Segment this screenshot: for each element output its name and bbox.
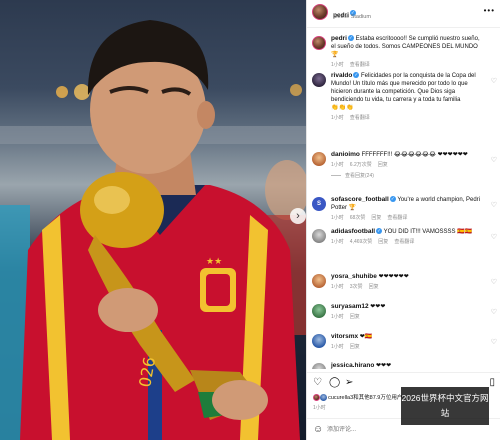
comment-icon[interactable]: ◯ (329, 377, 340, 388)
commenter-avatar[interactable] (312, 363, 326, 369)
more-options-icon[interactable]: ••• (484, 6, 495, 15)
commenter-username[interactable]: rivaldo (331, 72, 352, 79)
caption-username[interactable]: pedri (331, 35, 347, 42)
share-icon[interactable]: ➢ (345, 377, 353, 388)
site-watermark: 2026世界杯中文官方网站 sx1000.com (401, 387, 489, 433)
photo-next-arrow[interactable]: › (290, 208, 306, 224)
comment-like-icon[interactable]: ♡ (491, 201, 497, 209)
comment-time: 1小时 (331, 284, 344, 290)
verified-badge-icon: ✓ (376, 228, 383, 235)
comment-translate-link[interactable]: 查看翻译 (394, 239, 414, 245)
commenter-username[interactable]: yosra_shuhibe (331, 273, 377, 280)
comment-translate-link[interactable]: 查看翻译 (387, 215, 407, 221)
svg-text:★★: ★★ (206, 257, 222, 267)
comment-reply-link[interactable]: 回复 (378, 239, 388, 245)
caption-avatar[interactable] (312, 36, 326, 50)
comment-like-icon[interactable]: ♡ (491, 156, 497, 164)
comments-list[interactable]: pedri ✓ Estaba escritoooo!! Se cumplió nu… (307, 29, 500, 369)
commenter-avatar[interactable] (312, 152, 326, 166)
comment-reply-link[interactable]: 回复 (378, 162, 388, 168)
comment-time: 1小时 (331, 239, 344, 245)
comment-like-icon[interactable]: ♡ (491, 77, 497, 85)
comment-likes[interactable]: 4,469次赞 (350, 239, 373, 245)
comment-likes[interactable]: 68次赞 (350, 215, 366, 221)
comment-likes[interactable]: 3次赞 (350, 284, 363, 290)
commenter-avatar[interactable] (312, 73, 326, 87)
heart-icon[interactable]: ♡ (313, 377, 322, 388)
liker-avatar (313, 394, 320, 402)
comment-like-icon[interactable]: ♡ (491, 278, 497, 286)
caption-time: 1小时 (331, 62, 344, 68)
smiley-icon[interactable]: ☺ (313, 424, 323, 435)
liked-by-text[interactable]: cucurella3和其他87.9万位用户 (313, 393, 402, 402)
photo-illustration: ★★ 026 (0, 20, 306, 440)
comment-time: 1小时 (331, 162, 344, 168)
commenter-avatar[interactable]: S (312, 197, 326, 211)
author-avatar[interactable] (312, 4, 328, 20)
bookmark-icon[interactable]: ▯ (489, 377, 495, 388)
post-time-ago: 1小时 (313, 405, 326, 411)
post-header: pedri ✓ Metlife Stadium ••• (307, 0, 500, 28)
verified-badge-icon: ✓ (353, 72, 360, 79)
comment-time: 1小时 (331, 314, 344, 320)
liker-avatar (319, 394, 327, 402)
comment-likes[interactable]: 6.2万次赞 (350, 162, 372, 168)
comment-text: YOU DID IT!!! VAMOSSSS 🇪🇸🇪🇸 (383, 229, 473, 235)
comment-text: ❤❤❤ (370, 304, 386, 310)
commenter-username[interactable]: adidasfootball (331, 228, 375, 235)
comment-text: FFFFFFF!!! 😂😂😂😂😂😂 ❤❤❤❤❤❤ (361, 152, 468, 158)
comment-text: ❤🇪🇸 (359, 334, 373, 340)
comment-like-icon[interactable]: ♡ (491, 338, 497, 346)
caption-translate-link[interactable]: 查看翻译 (350, 62, 370, 68)
commenter-username[interactable]: vitorsmx (331, 333, 358, 340)
commenter-username[interactable]: jessica.hirano (331, 362, 374, 369)
watermark-line-1: 2026世界杯中文官方网站 (401, 393, 489, 418)
post-photo[interactable]: ★★ 026 › (0, 0, 306, 440)
comment-time: 1小时 (331, 344, 344, 350)
comment-time: 1小时 (331, 115, 344, 121)
commenter-avatar[interactable] (312, 334, 326, 348)
commenter-avatar[interactable] (312, 229, 326, 243)
liked-by-label[interactable]: cucurella3和其他87.9万位用户 (328, 395, 402, 401)
commenter-username[interactable]: suryasam12 (331, 303, 369, 310)
comment-time: 1小时 (331, 215, 344, 221)
comment-text: Felicidades por la conquista de la Copa … (331, 73, 476, 103)
view-replies-link[interactable]: 查看回复(24) (331, 172, 481, 179)
caption-text: Estaba escritoooo!! Se cumplió nuestro s… (331, 36, 480, 58)
commenter-username[interactable]: danioimo (331, 151, 360, 158)
watermark-line-2: sx1000.com (422, 423, 468, 433)
comment-reply-link[interactable]: 回复 (350, 314, 360, 320)
verified-badge-icon: ✓ (389, 196, 396, 203)
comment-emoji: 👏👏👏 (331, 105, 354, 111)
commenter-avatar[interactable] (312, 274, 326, 288)
comment-like-icon[interactable]: ♡ (491, 233, 497, 241)
commenter-avatar[interactable] (312, 304, 326, 318)
comment-translate-link[interactable]: 查看翻译 (350, 115, 370, 121)
comment-like-icon[interactable]: ♡ (491, 308, 497, 316)
comment-text: ❤❤❤❤❤❤ (378, 274, 409, 280)
post-location[interactable]: Metlife Stadium (333, 14, 371, 20)
comment-reply-link[interactable]: 回复 (371, 215, 381, 221)
commenter-username[interactable]: sofascore_football (331, 196, 389, 203)
comment-reply-link[interactable]: 回复 (369, 284, 379, 290)
verified-badge-icon: ✓ (347, 35, 354, 42)
comment-text: ❤❤❤ (376, 363, 392, 369)
comment-reply-link[interactable]: 回复 (350, 344, 360, 350)
post-side-panel: pedri ✓ Metlife Stadium ••• pedri ✓ Estaba… (306, 0, 500, 440)
